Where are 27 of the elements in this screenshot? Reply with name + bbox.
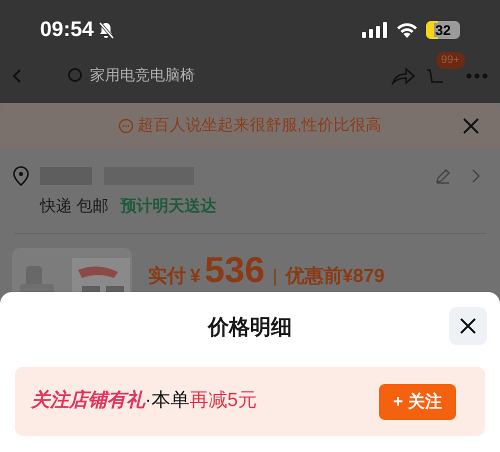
signal-icon <box>362 22 388 38</box>
chat-icon <box>118 118 134 134</box>
delivery-estimate: 预计明天送达 <box>120 196 216 217</box>
sheet-title: 价格明细 <box>208 315 292 342</box>
paid-amount: 536 <box>204 252 265 288</box>
follow-button[interactable]: + 关注 <box>379 384 456 420</box>
search-field[interactable]: 家用电竞电脑椅 <box>90 64 195 88</box>
price-separator: | <box>272 265 278 288</box>
status-time: 09:54 <box>40 17 94 44</box>
search-icon[interactable] <box>68 68 84 84</box>
share-icon[interactable] <box>390 66 416 86</box>
close-button[interactable] <box>449 307 487 345</box>
battery-indicator: 32 <box>426 21 460 39</box>
shipping-text: 快递 包邮 <box>40 196 108 217</box>
pencil-icon[interactable] <box>434 167 452 185</box>
back-icon[interactable] <box>12 68 22 84</box>
more-icon[interactable] <box>466 73 488 79</box>
currency-symbol: ¥ <box>190 265 201 289</box>
wifi-icon <box>396 22 418 38</box>
promo-text: 关注店铺有礼·本单再减5元 <box>31 388 257 414</box>
paid-label: 实付 <box>148 264 186 289</box>
location-icon <box>12 166 30 186</box>
chevron-right-icon[interactable] <box>472 169 480 183</box>
muted-bell-icon <box>98 21 114 39</box>
review-text: 超百人说坐起来很舒服,性价比很高 <box>137 116 382 136</box>
close-icon[interactable] <box>459 317 477 335</box>
original-price: 优惠前¥879 <box>285 265 385 289</box>
